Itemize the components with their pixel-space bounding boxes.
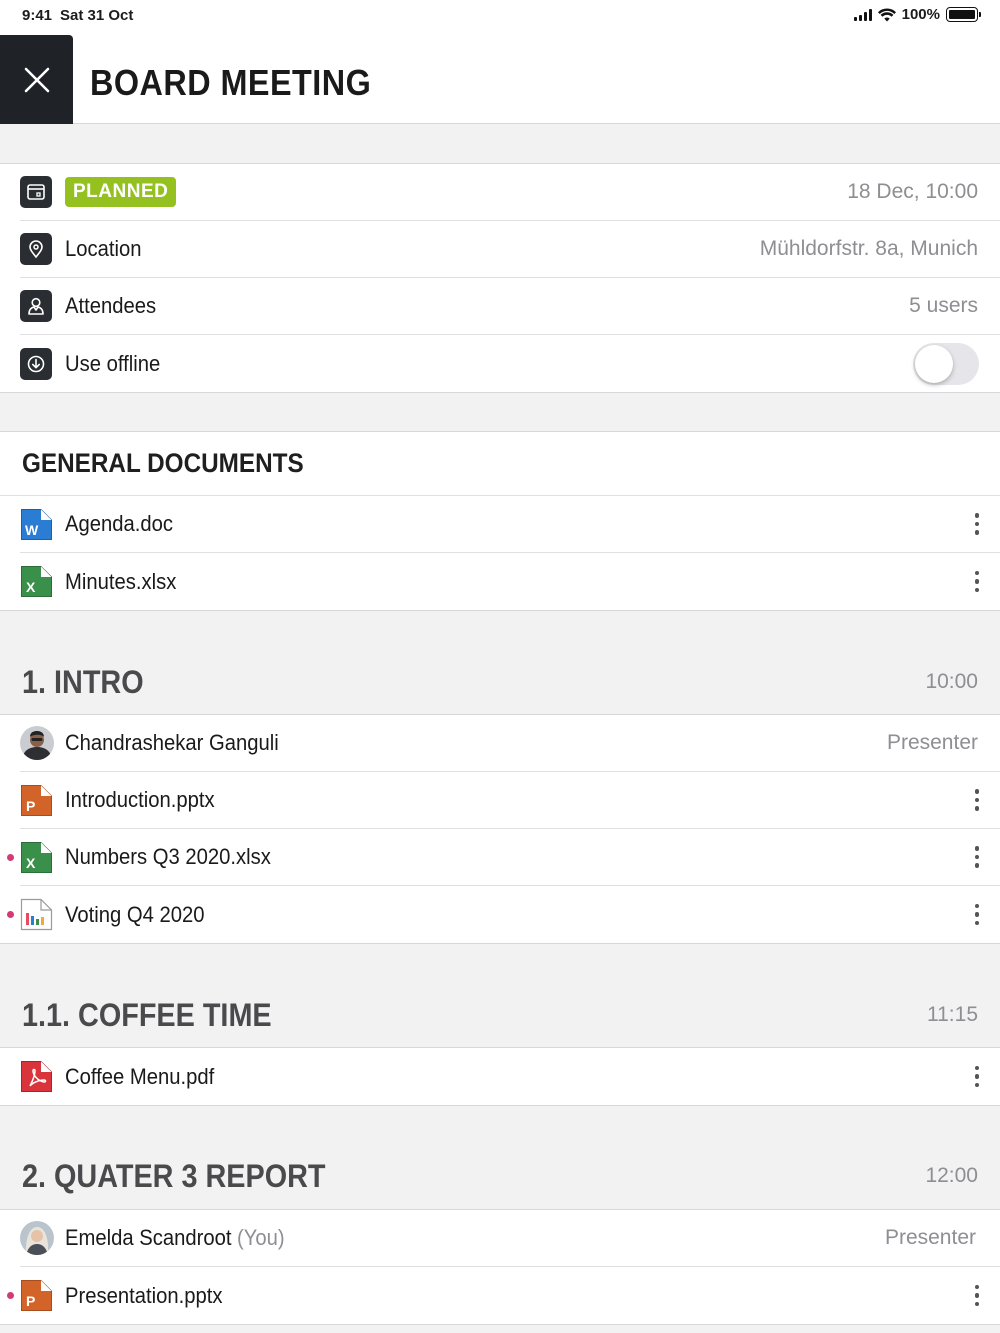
status-right: 100% [853,6,981,23]
more-options-icon[interactable] [972,1284,982,1307]
voting-icon [20,898,53,931]
meeting-info: PLANNED 18 Dec, 10:00 Location Mühldorfs… [0,163,1000,393]
avatar [20,1221,54,1255]
location-label: Location [65,236,142,261]
svg-text:P: P [26,1293,35,1309]
list-item-voting[interactable]: Voting Q4 2020 [7,886,1000,943]
attendees-row[interactable]: Attendees 5 users [20,278,1000,335]
agenda-time: 11:15 [927,1003,978,1026]
word-file-icon: W [21,509,52,540]
agenda-title: 1. INTRO [22,664,144,700]
list-item-numbers-xlsx[interactable]: X Numbers Q3 2020.xlsx [7,829,1000,886]
location-row[interactable]: Location Mühldorfstr. 8a, Munich [20,221,1000,278]
general-documents: GENERAL DOCUMENTS W Agenda.doc X Minutes… [0,431,1000,611]
status-badge: PLANNED [65,177,177,207]
list-item-coffee-menu-pdf[interactable]: Coffee Menu.pdf [20,1048,1000,1105]
document-name: Minutes.xlsx [65,568,177,594]
agenda-item-header[interactable]: 1.1. COFFEE TIME 11:15 [0,984,1000,1048]
list-item-minutes-xlsx[interactable]: X Minutes.xlsx [20,553,1000,610]
more-options-icon[interactable] [972,846,982,868]
excel-file-icon: X [21,842,52,873]
voting-name: Voting Q4 2020 [65,901,205,927]
agenda-item-body: Coffee Menu.pdf [0,1047,1000,1106]
more-options-icon[interactable] [972,513,982,535]
more-options-icon[interactable] [972,903,982,926]
meeting-datetime: 18 Dec, 10:00 [847,180,978,203]
battery-icon [946,7,981,22]
more-options-icon[interactable] [972,1065,982,1088]
wifi-icon [877,7,896,21]
agenda-item-header[interactable]: 1. INTRO 10:00 [0,650,1000,714]
unread-indicator [7,853,14,861]
status-time: 9:41 [22,7,53,24]
close-icon [24,67,49,92]
download-icon [20,347,52,380]
document-name: Agenda.doc [65,511,174,536]
list-item-presentation-pptx[interactable]: P Presentation.pptx [7,1267,1000,1324]
powerpoint-file-icon: P [21,1280,52,1311]
presenter-name-text: Emelda Scandroot [65,1225,232,1250]
list-item-introduction-pptx[interactable]: P Introduction.pptx [20,772,1000,829]
page-title: BOARD MEETING [90,62,372,103]
agenda-time: 12:00 [925,1164,978,1187]
status-row: PLANNED 18 Dec, 10:00 [20,164,1000,221]
presenter-role: Presenter [884,1226,976,1249]
unread-indicator [7,911,14,918]
calendar-icon [20,176,52,208]
more-options-icon[interactable] [972,570,982,593]
svg-text:X: X [26,855,36,871]
general-documents-header: GENERAL DOCUMENTS [0,432,1000,496]
pdf-file-icon [21,1061,52,1092]
agenda-item-header[interactable]: 2. QUATER 3 REPORT 12:00 [0,1145,1000,1209]
presenter-name: Emelda Scandroot (You) [65,1225,285,1251]
presenter-row: Emelda Scandroot (You) Presenter [20,1210,1000,1267]
svg-text:P: P [26,798,35,814]
agenda-item-body: Emelda Scandroot (You) Presenter P Presen… [0,1209,1000,1325]
offline-row: Use offline [20,335,1000,392]
battery-percent: 100% [901,6,940,23]
agenda-title: 2. QUATER 3 REPORT [22,1158,326,1194]
section-title: GENERAL DOCUMENTS [22,448,304,478]
avatar [20,726,54,760]
svg-text:X: X [26,579,36,595]
attendees-value: 5 users [909,294,978,317]
status-date: Sat 31 Oct [60,7,134,24]
offline-toggle[interactable] [913,342,979,385]
svg-text:W: W [25,522,39,538]
location-pin-icon [20,233,52,265]
user-icon [20,290,52,322]
document-name: Introduction.pptx [65,787,215,812]
presenter-row: Chandrashekar Ganguli Presenter [20,715,1000,772]
unread-indicator [7,1292,14,1299]
you-indicator: (You) [237,1225,285,1250]
signal-icon [853,8,872,21]
document-name: Presentation.pptx [65,1282,223,1308]
more-options-icon[interactable] [972,789,982,811]
agenda-title: 1.1. COFFEE TIME [22,997,272,1033]
header: BOARD MEETING [0,34,1000,124]
agenda-time: 10:00 [925,670,978,693]
close-button[interactable] [0,35,73,124]
offline-label: Use offline [65,350,161,376]
location-value: Mühldorfstr. 8a, Munich [759,237,978,260]
powerpoint-file-icon: P [21,785,52,816]
presenter-name: Chandrashekar Ganguli [65,730,279,755]
document-name: Coffee Menu.pdf [65,1063,215,1089]
agenda-item-body: Chandrashekar Ganguli Presenter P Introd… [0,714,1000,944]
list-item-agenda-doc[interactable]: W Agenda.doc [20,496,1000,553]
attendees-label: Attendees [65,293,157,318]
document-name: Numbers Q3 2020.xlsx [65,844,271,869]
presenter-role: Presenter [886,731,978,754]
excel-file-icon: X [21,566,52,597]
status-bar: 9:41 Sat 31 Oct 100% [0,0,1000,34]
